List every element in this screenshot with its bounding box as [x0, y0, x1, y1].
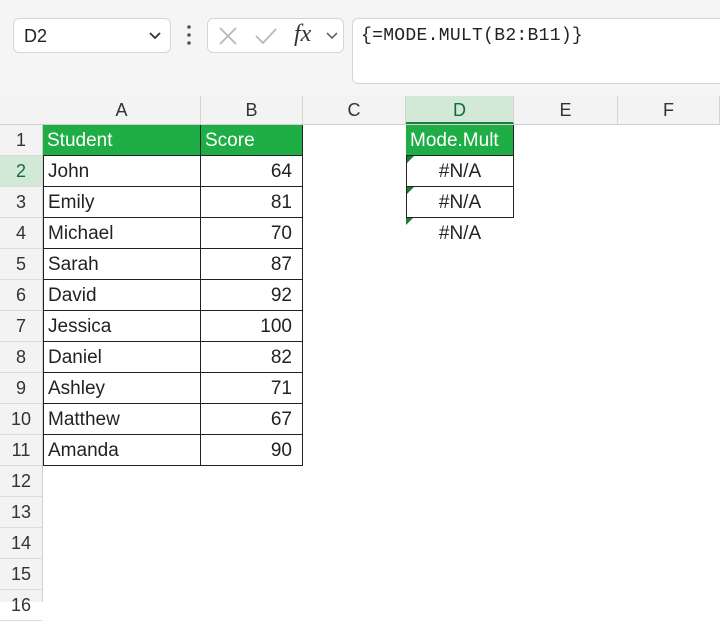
name-box-value: D2	[24, 26, 48, 46]
row-header[interactable]: 15	[0, 559, 42, 590]
cell-d3-mode-result[interactable]: #N/A	[406, 187, 514, 218]
cell-score[interactable]: 92	[201, 280, 303, 311]
more-options-icon[interactable]	[184, 22, 194, 48]
column-headers: A B C D E F	[0, 96, 720, 125]
formula-toolbar: D2 fx {=MODE.MULT(B2:B11)}	[0, 0, 720, 96]
cell-d2-mode-result[interactable]: #N/A	[406, 156, 514, 187]
cell-student[interactable]: Matthew	[43, 404, 201, 435]
cell-student[interactable]: Amanda	[43, 435, 201, 466]
row-header[interactable]: 10	[0, 404, 42, 435]
cell-student[interactable]: John	[43, 156, 201, 187]
worksheet-grid: Student Score John 64 Emily 81 Michael 7…	[43, 125, 720, 602]
cell-a1[interactable]: Student	[43, 125, 201, 156]
row-header[interactable]: 7	[0, 311, 42, 342]
row-header[interactable]: 11	[0, 435, 42, 466]
row-header[interactable]: 8	[0, 342, 42, 373]
confirm-check-icon[interactable]	[254, 26, 278, 46]
row-header[interactable]: 1	[0, 125, 42, 156]
cell-score[interactable]: 67	[201, 404, 303, 435]
cell-score[interactable]: 64	[201, 156, 303, 187]
row-header[interactable]: 12	[0, 466, 42, 497]
cell-student[interactable]: Emily	[43, 187, 201, 218]
cancel-icon[interactable]	[218, 26, 238, 46]
column-header-d[interactable]: D	[406, 96, 514, 124]
column-header-c[interactable]: C	[303, 96, 406, 124]
row-header[interactable]: 6	[0, 280, 42, 311]
row-header[interactable]: 13	[0, 497, 42, 528]
cell-score[interactable]: 81	[201, 187, 303, 218]
cell-score[interactable]: 100	[201, 311, 303, 342]
row-headers: 1 2 3 4 5 6 7 8 9 10 11 12 13 14 15 16	[0, 125, 43, 621]
chevron-down-icon[interactable]	[325, 30, 339, 42]
row-header[interactable]: 3	[0, 187, 42, 218]
cell-score[interactable]: 87	[201, 249, 303, 280]
cell-d1[interactable]: Mode.Mult	[406, 125, 514, 156]
row-header[interactable]: 5	[0, 249, 42, 280]
row-header[interactable]: 9	[0, 373, 42, 404]
cell-student[interactable]: Sarah	[43, 249, 201, 280]
cell-b1[interactable]: Score	[201, 125, 303, 156]
cell-score[interactable]: 90	[201, 435, 303, 466]
mode-value: #N/A	[438, 161, 482, 182]
column-header-b[interactable]: B	[201, 96, 303, 124]
row-header[interactable]: 2	[0, 156, 42, 187]
cell-d4-mode-result[interactable]: #N/A	[406, 218, 514, 249]
formula-input[interactable]: {=MODE.MULT(B2:B11)}	[352, 18, 720, 84]
chevron-down-icon[interactable]	[148, 29, 162, 43]
formula-controls: fx	[207, 18, 344, 53]
column-header-a[interactable]: A	[43, 96, 201, 124]
column-header-e[interactable]: E	[514, 96, 618, 124]
mode-value: #N/A	[438, 223, 482, 244]
row-header[interactable]: 4	[0, 218, 42, 249]
cell-student[interactable]: Daniel	[43, 342, 201, 373]
cell-student[interactable]: Jessica	[43, 311, 201, 342]
error-indicator-icon	[406, 218, 413, 225]
cell-score[interactable]: 71	[201, 373, 303, 404]
error-indicator-icon	[407, 187, 414, 194]
row-header[interactable]: 16	[0, 590, 42, 621]
column-header-f[interactable]: F	[618, 96, 720, 124]
formula-text: {=MODE.MULT(B2:B11)}	[361, 26, 584, 46]
cell-score[interactable]: 70	[201, 218, 303, 249]
name-box[interactable]: D2	[13, 18, 171, 53]
cell-score[interactable]: 82	[201, 342, 303, 373]
row-header[interactable]: 14	[0, 528, 42, 559]
cell-student[interactable]: Ashley	[43, 373, 201, 404]
mode-value: #N/A	[438, 192, 482, 213]
error-indicator-icon	[407, 156, 414, 163]
cell-student[interactable]: David	[43, 280, 201, 311]
cell-student[interactable]: Michael	[43, 218, 201, 249]
insert-function-button[interactable]: fx	[294, 21, 311, 48]
